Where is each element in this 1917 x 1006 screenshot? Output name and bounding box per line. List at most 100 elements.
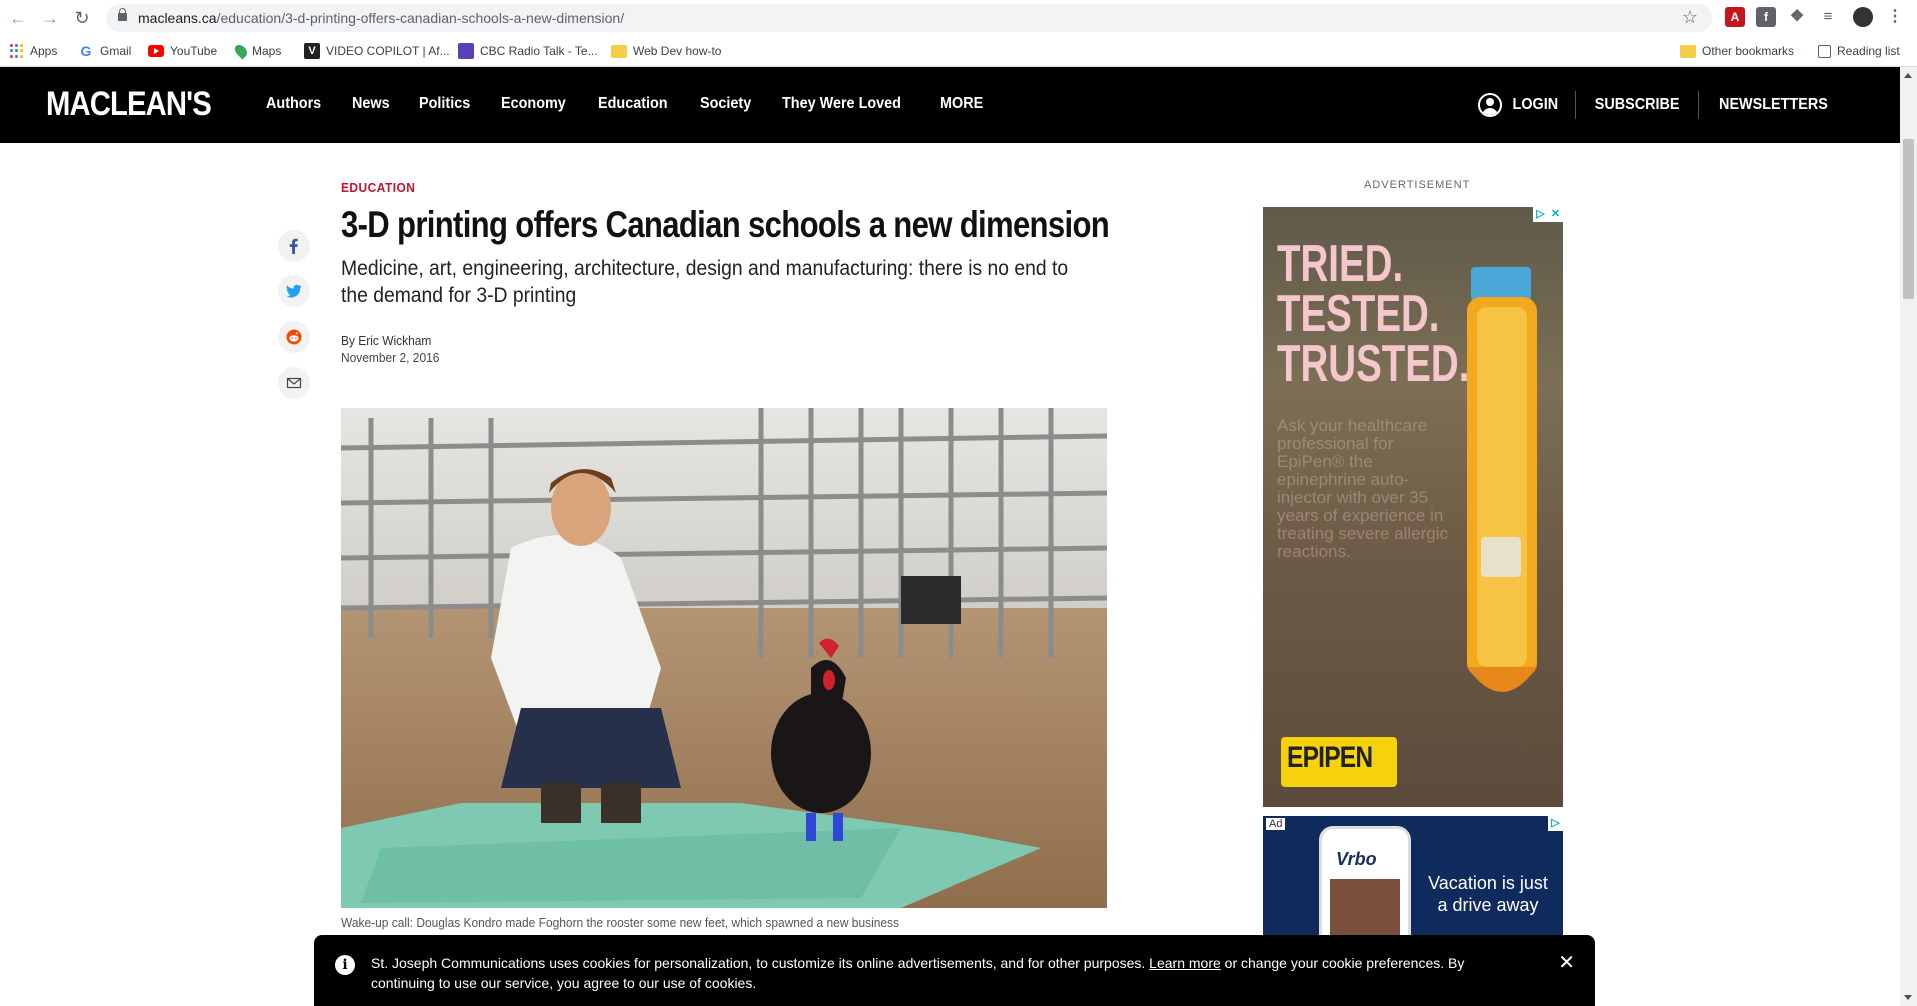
address-bar[interactable]: macleans.ca/education/3-d-printing-offer…: [106, 4, 1712, 32]
browser-menu-icon[interactable]: ⋮: [1885, 7, 1905, 27]
page-scrollbar[interactable]: [1900, 67, 1917, 1006]
login-link[interactable]: LOGIN: [1513, 96, 1559, 114]
bookmark-label: Apps: [30, 44, 58, 58]
google-icon: G: [80, 43, 92, 59]
nav-society[interactable]: Society: [700, 95, 751, 113]
main-nav: Authors News Politics Economy Education …: [266, 95, 1013, 113]
close-icon[interactable]: ✕: [1558, 953, 1575, 973]
ad-tagline: Vacation is just a drive away: [1428, 873, 1548, 915]
nav-education[interactable]: Education: [598, 95, 668, 113]
scroll-down-icon[interactable]: [1904, 995, 1912, 1000]
photo-caption: Wake-up call: Douglas Kondro made Foghor…: [341, 915, 899, 930]
nav-more[interactable]: MORE: [940, 95, 983, 113]
browser-toolbar: ← → ↻ macleans.ca/education/3-d-printing…: [0, 0, 1917, 35]
acrobat-extension-icon[interactable]: A: [1725, 7, 1745, 27]
adchoices-icon[interactable]: ▷: [1548, 816, 1563, 831]
newsletters-link[interactable]: NEWSLETTERS: [1719, 96, 1828, 114]
ad-headline: TRIED. TESTED. TRUSTED.: [1277, 235, 1470, 393]
share-twitter-button[interactable]: [278, 275, 310, 307]
info-icon: i: [335, 955, 355, 975]
autoinjector-image: [1467, 267, 1537, 692]
share-facebook-button[interactable]: [278, 230, 310, 262]
nav-news[interactable]: News: [352, 95, 390, 113]
nav-politics[interactable]: Politics: [419, 95, 470, 113]
advertisement-label: ADVERTISEMENT: [1364, 179, 1471, 191]
bookmark-label: Other bookmarks: [1702, 44, 1795, 58]
bookmark-webdev[interactable]: Web Dev how-to: [611, 42, 721, 60]
article-category-link[interactable]: EDUCATION: [341, 180, 415, 195]
back-arrow-icon[interactable]: ←: [6, 6, 30, 30]
nav-economy[interactable]: Economy: [501, 95, 566, 113]
divider: [1574, 91, 1576, 119]
publish-date: November 2, 2016: [341, 350, 440, 365]
bookmark-label: YouTube: [170, 44, 218, 58]
bookmark-cbc[interactable]: CBC Radio Talk - Te...: [458, 42, 598, 60]
epipen-brand: EPIPEN: [1287, 741, 1373, 774]
vrbo-ad[interactable]: Ad ▷ Vrbo Vacation is just a drive away: [1263, 816, 1563, 936]
ad-headline-line: TESTED.: [1277, 285, 1440, 343]
reading-list[interactable]: Reading list: [1818, 42, 1900, 60]
maps-icon: [232, 42, 250, 60]
reading-list-icon: [1818, 44, 1831, 58]
cbc-icon: [458, 43, 474, 59]
bookmark-star-icon[interactable]: ☆: [1682, 7, 1698, 28]
bookmark-label: Reading list: [1837, 44, 1900, 58]
bookmark-videocopilot[interactable]: V VIDEO COPILOT | Af...: [304, 42, 450, 60]
bookmark-label: Gmail: [100, 44, 132, 58]
rooster-photo-illustration: [341, 408, 1107, 908]
ad-choices[interactable]: ▷ ✕: [1533, 207, 1563, 222]
ad-body-text: Ask your healthcare professional for Epi…: [1277, 416, 1449, 561]
article-headline: 3-D printing offers Canadian schools a n…: [341, 204, 1110, 245]
media-playlist-icon[interactable]: ≡: [1818, 7, 1838, 27]
bookmark-label: Web Dev how-to: [633, 44, 722, 58]
ad-headline-line: TRIED.: [1277, 235, 1404, 293]
scroll-thumb[interactable]: [1903, 139, 1914, 299]
bookmark-apps[interactable]: Apps: [10, 42, 57, 60]
youtube-icon: [148, 45, 164, 57]
bookmark-maps[interactable]: Maps: [232, 42, 281, 60]
phone-mockup-image: Vrbo: [1319, 826, 1411, 936]
bookmark-other[interactable]: Other bookmarks: [1680, 42, 1794, 60]
ad-close-icon[interactable]: ✕: [1548, 207, 1563, 222]
scroll-up-icon[interactable]: [1904, 73, 1912, 78]
cookie-message: St. Joseph Communications uses cookies f…: [371, 953, 1531, 993]
bookmarks-bar: Apps G Gmail YouTube Maps V VIDEO COPILO…: [0, 35, 1917, 67]
profile-avatar-icon[interactable]: [1853, 7, 1873, 27]
epipen-logo: EPIPEN: [1281, 737, 1397, 787]
ad-tag: Ad: [1266, 818, 1286, 830]
bookmark-gmail[interactable]: G Gmail: [78, 42, 132, 60]
forward-arrow-icon[interactable]: →: [38, 6, 62, 30]
url-host: macleans.ca: [138, 10, 217, 26]
email-icon: [286, 377, 302, 389]
url-text: macleans.ca/education/3-d-printing-offer…: [138, 10, 624, 26]
vrbo-logo: Vrbo: [1336, 849, 1377, 869]
url-path: /education/3-d-printing-offers-canadian-…: [216, 10, 625, 26]
bookmark-label: VIDEO COPILOT | Af...: [326, 44, 450, 58]
article-subheadline: Medicine, art, engineering, architecture…: [341, 257, 1069, 307]
share-reddit-button[interactable]: [278, 321, 310, 353]
twitter-icon: [286, 284, 302, 298]
share-email-button[interactable]: [278, 367, 310, 399]
folder-icon: [611, 44, 627, 58]
extensions-puzzle-icon[interactable]: ❖: [1787, 7, 1807, 27]
ad-headline-line: TRUSTED.: [1277, 335, 1470, 393]
videocopilot-icon: V: [304, 43, 320, 59]
folder-icon: [1680, 44, 1696, 58]
macleans-logo[interactable]: MACLEAN'S: [46, 85, 212, 124]
bookmark-label: CBC Radio Talk - Te...: [480, 44, 598, 58]
nav-they-were-loved[interactable]: They Were Loved: [782, 95, 901, 113]
cookie-text-before: St. Joseph Communications uses cookies f…: [371, 955, 1150, 971]
learn-more-link[interactable]: Learn more: [1149, 955, 1221, 971]
reload-icon[interactable]: ↻: [70, 6, 94, 30]
bookmark-youtube[interactable]: YouTube: [148, 42, 217, 60]
nav-authors[interactable]: Authors: [266, 95, 321, 113]
user-icon[interactable]: [1478, 93, 1503, 117]
author-link[interactable]: By Eric Wickham: [341, 332, 439, 349]
facebook-extension-icon[interactable]: f: [1756, 7, 1776, 27]
epipen-ad[interactable]: ▷ ✕ TRIED. TESTED. TRUSTED. Ask your hea…: [1263, 207, 1563, 807]
article-byline: By Eric Wickham November 2, 2016: [341, 332, 439, 366]
site-header: MACLEAN'S Authors News Politics Economy …: [0, 67, 1900, 143]
adchoices-icon[interactable]: ▷: [1533, 207, 1548, 222]
subscribe-link[interactable]: SUBSCRIBE: [1595, 96, 1680, 114]
article-hero-photo: [341, 408, 1107, 908]
